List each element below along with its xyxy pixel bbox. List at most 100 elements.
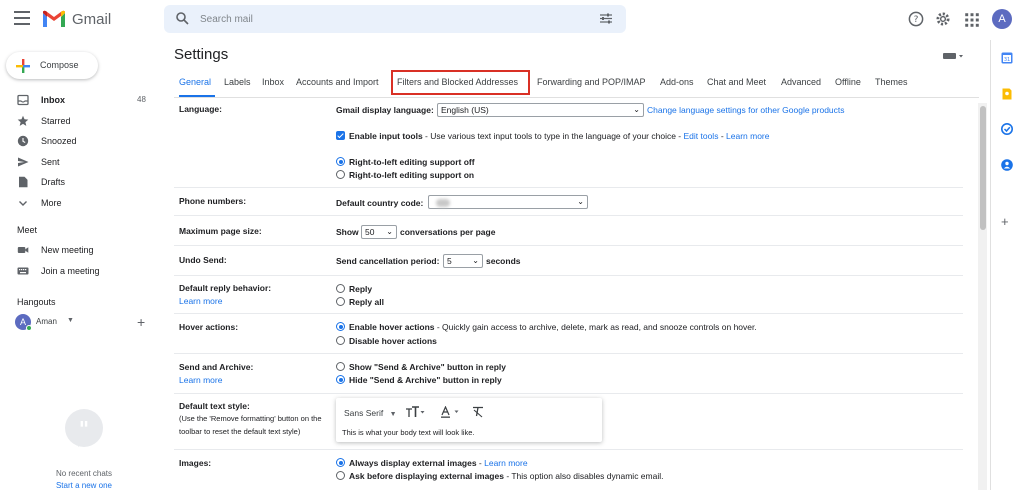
search-icon[interactable] <box>176 12 189 25</box>
remove-formatting-icon[interactable] <box>472 406 484 418</box>
nav-item-inbox[interactable]: Inbox 48 <box>0 92 160 110</box>
divider <box>174 215 963 216</box>
tab-accounts-and-import[interactable]: Accounts and Import <box>296 77 379 87</box>
help-icon[interactable]: ? <box>908 11 924 27</box>
rtl-off-label: Right-to-left editing support off <box>349 157 475 167</box>
tab-chat-and-meet[interactable]: Chat and Meet <box>707 77 766 87</box>
always-display-images-text: Always display external images - Learn m… <box>349 458 528 468</box>
inbox-icon <box>17 94 29 106</box>
disable-hover-radio[interactable] <box>336 336 345 345</box>
scrollbar-thumb[interactable] <box>980 106 986 230</box>
always-display-images-radio[interactable] <box>336 458 345 467</box>
nav-item-starred[interactable]: Starred <box>0 113 160 131</box>
text-color-icon[interactable] <box>440 406 462 418</box>
tasks-icon[interactable] <box>1001 123 1013 135</box>
display-language-select[interactable]: English (US) ⌄ <box>437 103 644 117</box>
caret-down-icon[interactable]: ▼ <box>67 317 74 324</box>
separator: - <box>718 131 727 141</box>
hangouts-user[interactable]: A Aman ▼ + <box>15 314 155 332</box>
svg-text:?: ? <box>914 15 919 25</box>
nav-item-sent[interactable]: Sent <box>0 154 160 172</box>
page-size-value: 50 <box>365 227 375 237</box>
search-options-icon[interactable] <box>599 12 613 25</box>
start-new-chat-link[interactable]: Start a new one <box>20 481 148 490</box>
account-avatar[interactable]: A <box>992 9 1012 29</box>
reply-all-radio[interactable] <box>336 297 345 306</box>
tab-add-ons[interactable]: Add-ons <box>660 77 694 87</box>
hide-send-archive-radio[interactable] <box>336 375 345 384</box>
country-code-label: Default country code: <box>336 198 424 208</box>
rtl-off-radio[interactable] <box>336 157 345 166</box>
add-chat-icon[interactable]: + <box>137 314 145 330</box>
disable-hover-label: Disable hover actions <box>349 336 437 346</box>
enable-hover-desc: - Quickly gain access to archive, delete… <box>434 322 757 332</box>
search-input[interactable] <box>200 11 580 27</box>
compose-plus-icon <box>16 59 30 73</box>
no-recent-chats-text: No recent chats <box>55 469 113 478</box>
nav-item-snoozed[interactable]: Snoozed <box>0 133 160 151</box>
ask-before-images-label: Ask before displaying external images <box>349 471 504 481</box>
keep-icon[interactable] <box>1001 88 1013 100</box>
country-code-select[interactable]: ⌄ <box>428 195 588 209</box>
input-tools-keyboard-icon[interactable] <box>943 52 965 60</box>
send-archive-learn-more-link[interactable]: Learn more <box>179 375 222 385</box>
text-style-note: (Use the 'Remove formatting' button on t… <box>179 412 337 438</box>
divider <box>174 353 963 354</box>
contacts-icon[interactable] <box>1001 159 1013 171</box>
page-size-label: Maximum page size: <box>179 226 262 236</box>
main-menu-icon[interactable] <box>14 11 30 25</box>
images-learn-more-link[interactable]: Learn more <box>484 458 527 468</box>
hangouts-section-title: Hangouts <box>17 297 56 307</box>
edit-tools-link[interactable]: Edit tools <box>683 131 718 141</box>
tab-inbox[interactable]: Inbox <box>262 77 284 87</box>
tab-labels[interactable]: Labels <box>224 77 251 87</box>
language-label: Language: <box>179 104 222 114</box>
tab-advanced[interactable]: Advanced <box>781 77 821 87</box>
compose-button[interactable]: Compose <box>6 52 98 79</box>
nav-item-join-meeting[interactable]: Join a meeting <box>0 263 160 281</box>
always-display-images-label: Always display external images <box>349 458 477 468</box>
ask-before-images-text: Ask before displaying external images - … <box>349 471 663 481</box>
nav-item-new-meeting[interactable]: New meeting <box>0 242 160 260</box>
ask-before-images-radio[interactable] <box>336 471 345 480</box>
enable-hover-radio[interactable] <box>336 322 345 331</box>
reply-all-label: Reply all <box>349 297 384 307</box>
change-language-link[interactable]: Change language settings for other Googl… <box>647 105 845 115</box>
reply-learn-more-link[interactable]: Learn more <box>179 296 222 306</box>
page-size-select[interactable]: 50 ⌄ <box>361 225 397 239</box>
input-tools-learn-more-link[interactable]: Learn more <box>726 131 769 141</box>
tab-themes[interactable]: Themes <box>875 77 908 87</box>
video-icon <box>17 247 29 253</box>
font-family-select[interactable]: Sans Serif ▼ <box>344 408 397 418</box>
nav-item-drafts[interactable]: Drafts <box>0 174 160 192</box>
input-tools-text: Enable input tools - Use various text in… <box>349 131 769 141</box>
hover-actions-label: Hover actions: <box>179 322 239 332</box>
top-bar: Gmail ? A <box>0 0 1024 40</box>
display-language-label: Gmail display language: <box>336 105 434 115</box>
apps-grid-icon[interactable] <box>964 12 980 28</box>
tab-forwarding-and-pop-imap[interactable]: Forwarding and POP/IMAP <box>537 77 646 87</box>
chat-bubble-icon: " <box>65 409 103 447</box>
show-send-archive-radio[interactable] <box>336 362 345 371</box>
tab-general[interactable]: General <box>179 77 211 87</box>
search-bar[interactable] <box>164 5 626 33</box>
calendar-icon[interactable]: 31 <box>1001 52 1013 64</box>
reply-behavior-label: Default reply behavior: <box>179 283 272 293</box>
keyboard-icon <box>17 267 29 275</box>
nav-item-more[interactable]: More <box>0 195 160 213</box>
reply-radio[interactable] <box>336 284 345 293</box>
input-tools-checkbox[interactable] <box>336 131 345 140</box>
rtl-on-radio[interactable] <box>336 170 345 179</box>
chevron-down-icon: ⌄ <box>386 227 393 236</box>
nav-item-label: Sent <box>41 157 60 167</box>
font-size-icon[interactable] <box>405 406 425 418</box>
tab-offline[interactable]: Offline <box>835 77 861 87</box>
highlight-box <box>391 70 530 95</box>
gmail-logo[interactable]: Gmail <box>42 10 111 28</box>
divider <box>174 275 963 276</box>
show-label: Show <box>336 227 359 237</box>
text-style-editor: Sans Serif ▼ This is what your body text… <box>336 398 602 442</box>
get-add-ons-plus-icon[interactable]: + <box>1001 214 1009 229</box>
gear-icon[interactable] <box>935 11 951 27</box>
cancellation-period-select[interactable]: 5 ⌄ <box>443 254 483 268</box>
